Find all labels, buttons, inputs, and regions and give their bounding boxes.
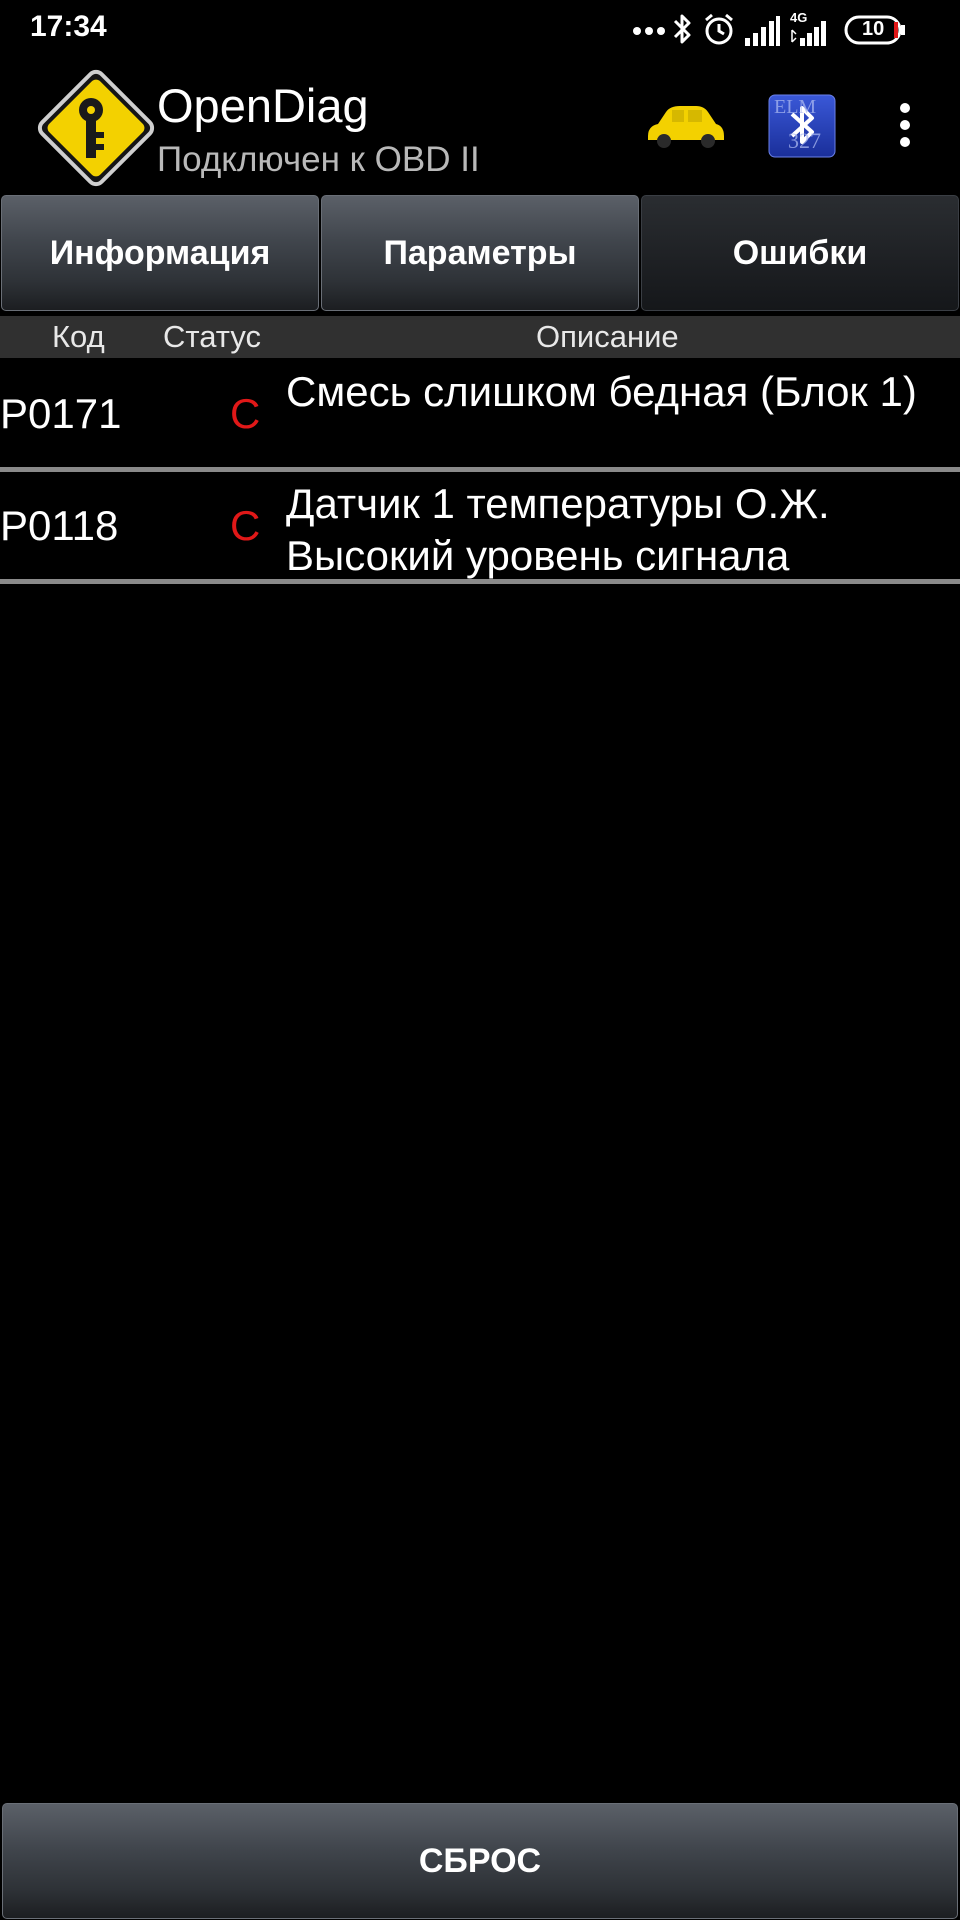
column-status-header: Статус	[163, 319, 261, 354]
column-description-header: Описание	[536, 319, 679, 354]
bluetooth-label-top: ELM	[774, 96, 817, 118]
app-logo-key-icon	[37, 69, 155, 187]
status-time: 17:34	[30, 10, 107, 43]
alarm-icon	[705, 13, 733, 45]
table-header: Код Статус Описание	[0, 316, 960, 358]
error-code: P0118	[0, 501, 119, 549]
app-title: OpenDiag	[157, 79, 369, 132]
signal-icon	[745, 16, 780, 46]
table-row[interactable]: P0171 C Смесь слишком бедная (Блок 1)	[0, 360, 960, 472]
connection-status: Подключен к OBD II	[157, 140, 480, 179]
table-row[interactable]: P0118 C Датчик 1 температуры О.Ж. Высоки…	[0, 472, 960, 584]
signal-4g-icon	[791, 21, 826, 46]
column-code-header: Код	[52, 319, 105, 354]
error-list: P0171 C Смесь слишком бедная (Блок 1) P0…	[0, 360, 960, 584]
more-dots-icon	[633, 27, 665, 35]
tab-parameters[interactable]: Параметры	[321, 195, 639, 311]
battery-level: 10	[862, 18, 885, 40]
car-icon[interactable]	[644, 102, 726, 150]
error-code: P0171	[0, 389, 122, 437]
error-status: C	[230, 501, 261, 549]
action-bar: OpenDiag Подключен к OBD II ELM 327	[0, 60, 960, 195]
status-icons: 4G 10	[632, 10, 932, 48]
tab-errors[interactable]: Ошибки	[641, 195, 959, 311]
bluetooth-elm327-icon[interactable]: ELM 327	[768, 94, 836, 158]
bluetooth-label-bottom: 327	[788, 128, 821, 153]
more-vert-icon[interactable]	[880, 100, 930, 150]
status-bar: 17:34 4G 10	[0, 0, 960, 60]
tab-info[interactable]: Информация	[1, 195, 319, 311]
screen: 17:34 4G 10 OpenDiag Подключен к OBD II …	[0, 0, 960, 1920]
reset-button[interactable]: СБРОС	[2, 1803, 958, 1919]
bluetooth-status-icon	[673, 14, 691, 44]
error-description: Смесь слишком бедная (Блок 1)	[286, 368, 917, 415]
error-status: C	[230, 389, 261, 437]
tab-bar: Информация Параметры Ошибки	[0, 195, 960, 313]
error-description: Датчик 1 температуры О.Ж. Высокий уровен…	[286, 480, 830, 579]
